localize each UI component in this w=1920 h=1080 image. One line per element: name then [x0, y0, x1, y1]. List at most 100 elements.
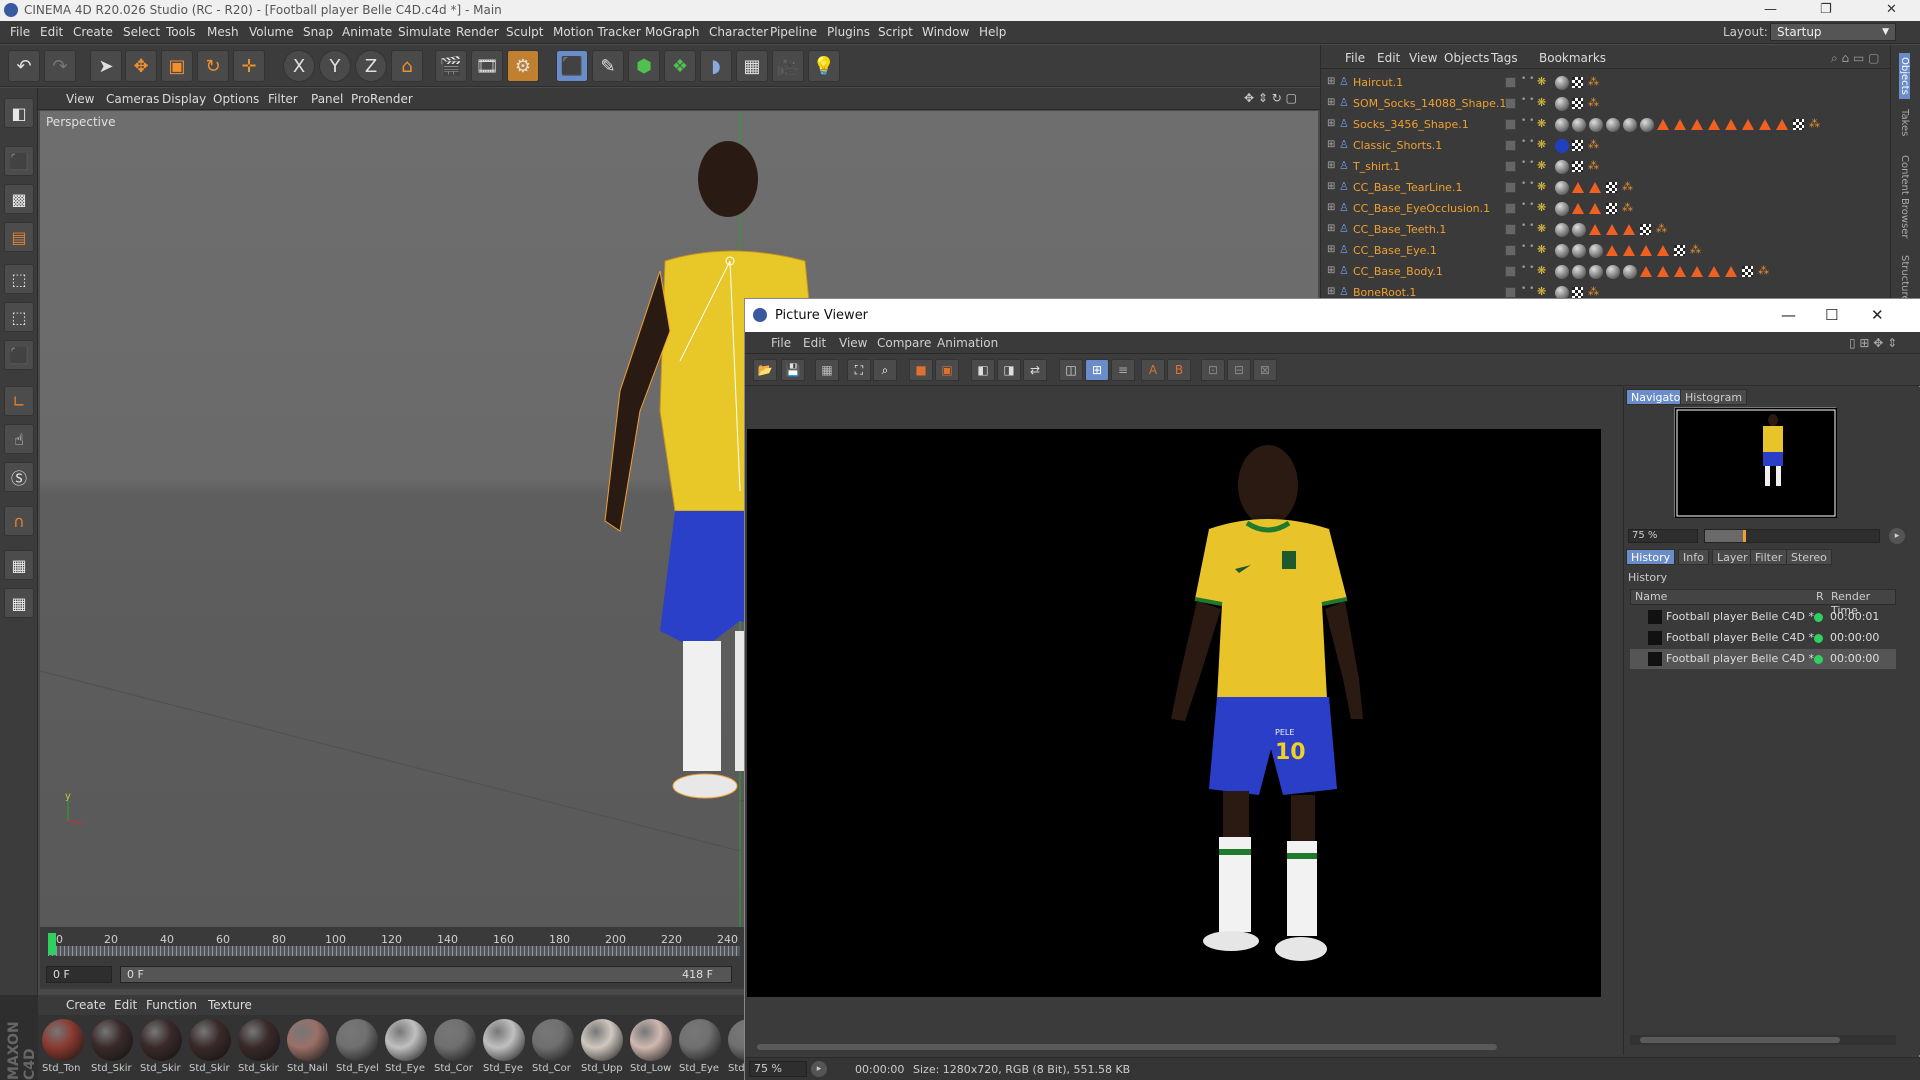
- material-tag-icon[interactable]: [1555, 97, 1569, 111]
- expand-icon[interactable]: ⊞: [1327, 265, 1335, 276]
- material-swatch[interactable]: Std_Skir: [91, 1019, 135, 1077]
- col-r[interactable]: R: [1816, 590, 1824, 604]
- layer-flag[interactable]: [1505, 161, 1516, 172]
- undo-button[interactable]: ↶: [8, 50, 40, 82]
- y-axis-button[interactable]: Y: [319, 50, 351, 82]
- scrollbar-thumb[interactable]: [757, 1044, 1497, 1050]
- material-tag-icon[interactable]: [1606, 118, 1620, 132]
- material-swatch[interactable]: Std_Ton: [42, 1019, 86, 1077]
- live-selection-button[interactable]: ➤: [90, 50, 122, 82]
- tweak-mode-button[interactable]: ☝: [4, 424, 34, 454]
- pv-layout-icons[interactable]: ▯ ⊞ ✥ ⇕: [1849, 336, 1897, 350]
- expand-icon[interactable]: ⊞: [1327, 286, 1335, 297]
- menu-tools[interactable]: Tools: [166, 25, 196, 39]
- subdivision-button[interactable]: ⬢: [628, 50, 660, 82]
- uvw-tag-icon[interactable]: [1606, 182, 1617, 193]
- move-tool-button[interactable]: ✥: [125, 50, 157, 82]
- visibility-dots[interactable]: • •: [1521, 264, 1534, 273]
- layer-flag[interactable]: [1505, 77, 1516, 88]
- difference-button[interactable]: ⊡: [1201, 359, 1225, 381]
- weight-tag-icon[interactable]: [1623, 224, 1635, 235]
- open-image-button[interactable]: 📂: [753, 359, 777, 381]
- material-swatch[interactable]: Std_Cor: [532, 1019, 576, 1077]
- camera-button[interactable]: 🎥: [772, 50, 804, 82]
- viewport-menu-display[interactable]: Display: [162, 92, 206, 106]
- overlay-button[interactable]: ⊞: [1085, 359, 1109, 381]
- material-tag-icon[interactable]: [1589, 118, 1603, 132]
- objects-menu-bookmarks[interactable]: Bookmarks: [1539, 51, 1606, 65]
- light-button[interactable]: 💡: [808, 50, 840, 82]
- menu-mograph[interactable]: MoGraph: [645, 25, 700, 39]
- expand-icon[interactable]: ⊞: [1327, 244, 1335, 255]
- expand-icon[interactable]: ⊞: [1327, 160, 1335, 171]
- phong-tag-icon[interactable]: ❋: [1537, 222, 1546, 235]
- render-picture-viewer-button[interactable]: 🎞: [471, 50, 503, 82]
- object-row[interactable]: ⊞ ♙ CC_Base_Body.1 • • ❋ ⁂: [1321, 262, 1881, 283]
- uvw-tag-icon[interactable]: [1572, 140, 1583, 151]
- uvw-tag-icon[interactable]: [1572, 77, 1583, 88]
- pv-menu-compare[interactable]: Compare: [877, 336, 931, 350]
- material-menu-edit[interactable]: Edit: [114, 998, 137, 1012]
- weight-tag-icon[interactable]: [1657, 266, 1669, 277]
- transform-tool-button[interactable]: ✛: [233, 50, 265, 82]
- material-swatch[interactable]: Std_Skir: [189, 1019, 233, 1077]
- phong-tag-icon[interactable]: ❋: [1537, 264, 1546, 277]
- visibility-dots[interactable]: • •: [1521, 180, 1534, 189]
- menu-edit[interactable]: Edit: [40, 25, 63, 39]
- tab-structure[interactable]: Structure: [1899, 255, 1910, 302]
- pv-maximize-button[interactable]: ☐: [1825, 306, 1838, 324]
- visibility-dots[interactable]: • •: [1521, 243, 1534, 252]
- phong-tag-icon[interactable]: ❋: [1537, 180, 1546, 193]
- tab-filter[interactable]: Filter: [1750, 549, 1788, 565]
- object-row[interactable]: ⊞ ♙ Socks_3456_Shape.1 • • ❋ ⁂: [1321, 115, 1881, 136]
- play-icon[interactable]: ▸: [1889, 528, 1905, 544]
- status-play-icon[interactable]: ▸: [811, 1061, 827, 1077]
- material-swatch[interactable]: Std_Eye: [679, 1019, 723, 1077]
- material-tag-icon[interactable]: [1555, 181, 1569, 195]
- visibility-dots[interactable]: • •: [1521, 285, 1534, 294]
- texture-mode-button[interactable]: ▩: [4, 184, 34, 214]
- menu-mesh[interactable]: Mesh: [207, 25, 239, 39]
- search-icon[interactable]: ⌕ ⌂ ▭ ▢: [1831, 51, 1879, 66]
- pv-minimize-button[interactable]: —: [1781, 306, 1796, 324]
- layer-flag[interactable]: [1505, 203, 1516, 214]
- phong-tag-icon[interactable]: ❋: [1537, 96, 1546, 109]
- material-tag-icon[interactable]: [1555, 139, 1569, 153]
- material-swatch[interactable]: Std: [728, 1019, 744, 1077]
- polygons-mode-button[interactable]: ⬛: [4, 340, 34, 370]
- weight-tag-icon[interactable]: [1572, 203, 1584, 214]
- viewport-menu-options[interactable]: Options: [213, 92, 259, 106]
- layer-flag[interactable]: [1505, 224, 1516, 235]
- stop-render-button[interactable]: ■: [909, 359, 933, 381]
- weight-tag-icon[interactable]: [1589, 224, 1601, 235]
- expand-icon[interactable]: ⊞: [1327, 97, 1335, 108]
- weight-tag-icon[interactable]: [1606, 224, 1618, 235]
- material-tag-icon[interactable]: [1640, 118, 1654, 132]
- expand-icon[interactable]: ⊞: [1327, 118, 1335, 129]
- save-image-button[interactable]: 💾: [781, 359, 805, 381]
- edges-mode-button[interactable]: ⬚: [4, 302, 34, 332]
- object-row[interactable]: ⊞ ♙ CC_Base_TearLine.1 • • ❋ ⁂: [1321, 178, 1881, 199]
- expand-icon[interactable]: ⊞: [1327, 76, 1335, 87]
- object-name[interactable]: CC_Base_Teeth.1: [1353, 223, 1446, 236]
- pen-spline-button[interactable]: ✎: [592, 50, 624, 82]
- uvw-tag-icon[interactable]: [1572, 287, 1583, 298]
- current-frame-field[interactable]: 0 F: [46, 966, 112, 983]
- expand-icon[interactable]: ⊞: [1327, 223, 1335, 234]
- material-tag-icon[interactable]: [1555, 244, 1569, 258]
- weight-tag-icon[interactable]: [1606, 245, 1618, 256]
- set-a-button[interactable]: A: [1141, 359, 1165, 381]
- material-tag-icon[interactable]: [1623, 118, 1637, 132]
- object-name[interactable]: T_shirt.1: [1353, 160, 1400, 173]
- material-tag-icon[interactable]: [1589, 244, 1603, 258]
- material-menu-create[interactable]: Create: [66, 998, 106, 1012]
- timeline-ruler[interactable]: 0 20 40 60 80 100 120 140 160 180 200 22…: [48, 933, 740, 959]
- material-swatch[interactable]: Std_Eye: [385, 1019, 429, 1077]
- playhead-marker[interactable]: [48, 933, 56, 955]
- ab-button[interactable]: ≡: [1111, 359, 1135, 381]
- menu-simulate[interactable]: Simulate: [398, 25, 451, 39]
- weight-tag-icon[interactable]: [1725, 119, 1737, 130]
- weight-tag-icon[interactable]: [1623, 245, 1635, 256]
- pv-close-button[interactable]: ✕: [1871, 306, 1884, 324]
- object-row[interactable]: ⊞ ♙ Haircut.1 • • ❋ ⁂: [1321, 73, 1881, 94]
